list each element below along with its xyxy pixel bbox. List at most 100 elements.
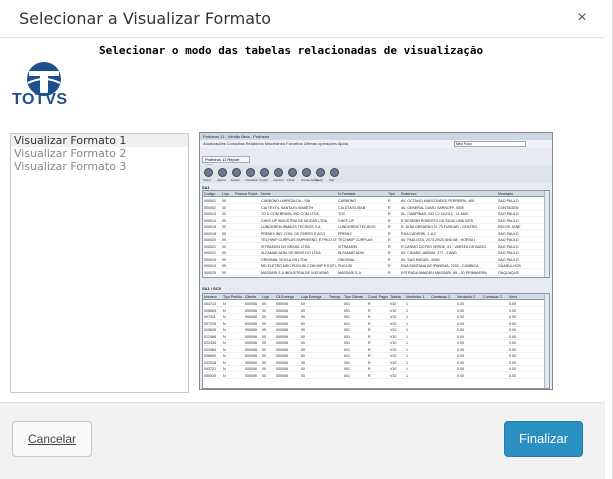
grid-cell: 0.00 bbox=[457, 347, 464, 352]
grid-cell: R bbox=[388, 212, 391, 216]
format-option-1[interactable]: Visualizar Formato 1 bbox=[11, 134, 188, 147]
grid-cell: R bbox=[368, 354, 371, 358]
grid-cell: 000006 bbox=[276, 347, 288, 352]
grid-cell: 001 bbox=[344, 367, 350, 371]
grid-cell: 000006 bbox=[245, 367, 257, 371]
grid-cell: 001 bbox=[344, 354, 350, 358]
grid-cell: 1 bbox=[406, 354, 408, 358]
grid-cell: N bbox=[223, 367, 226, 371]
preview-toolbar: Incluir Alterar Excluir Visualizar Copiar Imp… bbox=[200, 165, 552, 183]
grid-column-header: Loja bbox=[222, 192, 229, 196]
grid-row: 000018 00 PREMIX IND. COM. DE FERRO E ACO P… bbox=[203, 231, 549, 237]
grid-cell: 000006 bbox=[276, 373, 288, 378]
grid-row: 000020 00 TECHWIP CURPLAS EMPREEND. E PROJ… bbox=[203, 237, 549, 243]
grid-cell: 000006 bbox=[245, 308, 257, 313]
grid-cell: R bbox=[368, 302, 371, 306]
grid-cell: 043318 bbox=[204, 360, 216, 365]
grid-cell: PREMIX IND. COM. DE FERRO E ACO bbox=[261, 231, 325, 236]
grid-cell: V10 bbox=[390, 308, 397, 313]
grid-cell: 1 bbox=[406, 302, 408, 306]
grid-cell: 00 bbox=[301, 341, 305, 345]
grid-row: 000021 00 VITRAMON DO BRASIL LTDA VITRAMON R… bbox=[203, 244, 549, 250]
grid-cell: N bbox=[223, 302, 226, 306]
grid-cell: V10 bbox=[390, 367, 397, 371]
grid-cell: 000006 bbox=[245, 328, 257, 332]
grid-cell: R DESEMB ROBERTO DA SILVA LIMA 0379 bbox=[401, 218, 473, 223]
grid-cell: 0.00 bbox=[457, 302, 464, 306]
grid-cell: 000021 bbox=[204, 244, 216, 249]
grid-cell: 0.00 bbox=[457, 328, 464, 332]
grid-cell: 000006 bbox=[245, 302, 257, 306]
grid-row: 000002 00 CIA TEXTIL SANTA ELISABETH CIA DT… bbox=[203, 205, 549, 211]
cancel-button[interactable]: Cancelar bbox=[12, 421, 92, 457]
grid-row: 012468 N 000006 00 000006 00 001 R V10 1 0.00 0.00 bbox=[203, 334, 549, 340]
grid-cell: 1 bbox=[406, 308, 408, 313]
grid-column-header: Comissao 2 bbox=[483, 295, 502, 299]
grid-cell: 00 bbox=[301, 367, 305, 371]
grid-cell: SAO PAULO bbox=[498, 231, 519, 236]
grid-cell: 012468 bbox=[204, 334, 216, 339]
grid-cell: 00 bbox=[301, 360, 305, 365]
grid-row: 004713 N 000006 00 000006 00 001 R V10 1 0.00 0.00 bbox=[203, 301, 549, 307]
grid-cell: 000006 bbox=[276, 334, 288, 339]
grid-cell: PUGLISI bbox=[338, 264, 353, 268]
grid-cell: 0.00 bbox=[509, 334, 516, 339]
grid-cell: 000024 bbox=[204, 264, 216, 268]
grid-cell: ORIGINAL VEICULOS LTDA bbox=[261, 257, 308, 262]
format-list[interactable]: Visualizar Formato 1 Visualizar Formato … bbox=[10, 133, 189, 393]
grid-cell: CHEF-UP INDUSTRIA DE MODAS LTDA bbox=[261, 218, 328, 223]
preview-search-text: Meu Foco bbox=[456, 142, 472, 146]
grid-cell: V10 bbox=[390, 321, 397, 326]
grid-cell: N bbox=[223, 360, 226, 365]
grid-cell: 00 bbox=[301, 315, 305, 319]
grid-cell: 00 bbox=[301, 302, 305, 306]
grid-cell: N bbox=[223, 373, 226, 378]
grid-cell: 000025 bbox=[204, 270, 216, 275]
grid-cell: 00 bbox=[262, 354, 266, 358]
grid-cell: N bbox=[223, 347, 226, 352]
grid-row: 000024 00 MD ELETRO MEC PUGLISI COM IMP E … bbox=[203, 263, 549, 269]
grid-cell: 000006 bbox=[245, 354, 257, 358]
grid-cell: 00 bbox=[222, 205, 226, 210]
grid-row: 036609 N 000006 00 000006 00 001 R V10 1 0.00 0.00 bbox=[203, 353, 549, 359]
grid-cell: 0.00 bbox=[457, 373, 464, 378]
grid-cell: N bbox=[223, 315, 226, 319]
close-button[interactable]: × bbox=[572, 8, 592, 28]
grid-column-header: Tipo Pedido bbox=[223, 295, 243, 299]
grid-cell: V10 bbox=[390, 354, 397, 358]
grid-cell: 000013 bbox=[204, 212, 216, 216]
grid-cell: ALFAMAR ADM. bbox=[338, 251, 365, 255]
grid-cell: 00 bbox=[222, 270, 226, 275]
grid-cell: R bbox=[388, 270, 391, 275]
grid-cell: 001 bbox=[344, 328, 350, 332]
grid-row: 000025 00 MASSARI S.A INDUSTRIA DE VIATURA… bbox=[203, 270, 549, 276]
grid-cell: 001 bbox=[344, 302, 350, 306]
grid-column-header: Numero bbox=[204, 295, 217, 299]
grid-cell: 000006 bbox=[276, 341, 288, 345]
grid-cell: CIA DTA ELISAB bbox=[338, 205, 366, 210]
grid-cell: 00 bbox=[222, 238, 226, 242]
grid-cell: 0.00 bbox=[509, 360, 516, 365]
format-option-2[interactable]: Visualizar Formato 2 bbox=[11, 147, 188, 160]
grid-cell: 001 bbox=[344, 360, 350, 365]
preview-tab-bar: Protheus 11 Report Utility bbox=[200, 155, 552, 168]
format-option-3[interactable]: Visualizar Formato 3 bbox=[11, 160, 188, 173]
grid-cell: 0.00 bbox=[509, 354, 516, 358]
grid-cell: 1 bbox=[406, 360, 408, 365]
grid-cell: 1 bbox=[406, 328, 408, 332]
grid-cell: 000006 bbox=[276, 360, 288, 365]
grid-cell: 007315 bbox=[204, 321, 216, 326]
grid-column-header: Tabela bbox=[390, 295, 401, 299]
grid-column-header: Municipio bbox=[498, 192, 514, 196]
grid-row: 007311 N 000006 00 000006 00 001 R V10 1 0.00 0.00 bbox=[203, 314, 549, 320]
grid-cell: 000006 bbox=[245, 334, 257, 339]
finish-button[interactable]: Finalizar bbox=[504, 421, 583, 457]
grid-row: 000022 00 ALFAMAR ADM. DE BENS DO LTDA ALFA… bbox=[203, 250, 549, 256]
grid-column-header: Vend bbox=[509, 295, 518, 299]
grid-header: Numero Tipo Pedido Cliente Loja Cli.Entrega L… bbox=[203, 294, 549, 300]
grid-cell: SAO PAULO bbox=[498, 238, 519, 242]
grid-cell: 022434 bbox=[204, 341, 216, 345]
grid-cell: 0.00 bbox=[509, 315, 516, 319]
grid-cell: 0.00 bbox=[509, 321, 516, 326]
grid-cell: 005669 bbox=[204, 308, 216, 313]
